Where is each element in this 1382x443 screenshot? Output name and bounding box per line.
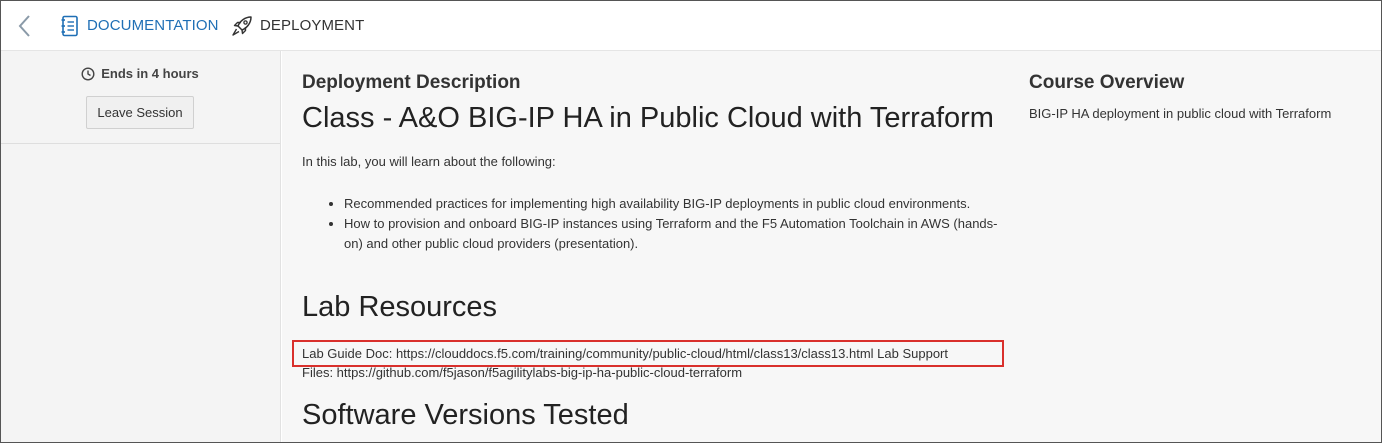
lab-files-link-line[interactable]: Files: https://github.com/f5jason/f5agil… [302, 363, 1002, 382]
course-overview: Course Overview BIG-IP HA deployment in … [1029, 72, 1369, 121]
leave-session-button[interactable]: Leave Session [86, 96, 194, 129]
sidebar: Ends in 4 hours Leave Session [0, 51, 281, 443]
list-item: How to provision and onboard BIG-IP inst… [344, 214, 1002, 254]
back-button[interactable] [14, 13, 36, 39]
tab-documentation[interactable]: DOCUMENTATION [61, 0, 219, 51]
clock-icon [81, 66, 95, 81]
software-versions-heading: Software Versions Tested [302, 399, 629, 431]
lab-resources-heading: Lab Resources [302, 291, 498, 323]
class-title: Class - A&O BIG-IP HA in Public Cloud wi… [302, 102, 994, 134]
session-timer: Ends in 4 hours [0, 66, 280, 81]
chevron-left-icon [18, 15, 30, 37]
lab-resources-text: Lab Guide Doc: https://clouddocs.f5.com/… [302, 344, 1002, 382]
top-nav: DOCUMENTATION DEPLOYMENT [0, 0, 1382, 51]
lab-guide-link-line[interactable]: Lab Guide Doc: https://clouddocs.f5.com/… [302, 344, 1002, 363]
main-content: Deployment Description Class - A&O BIG-I… [282, 51, 1382, 443]
course-overview-heading: Course Overview [1029, 72, 1185, 93]
course-overview-text: BIG-IP HA deployment in public cloud wit… [1029, 106, 1332, 121]
tab-documentation-label: DOCUMENTATION [87, 17, 219, 34]
rocket-icon [231, 15, 253, 37]
deployment-description-heading: Deployment Description [302, 72, 521, 93]
objectives-list: Recommended practices for implementing h… [302, 194, 1002, 254]
list-item: Recommended practices for implementing h… [344, 194, 1002, 214]
document-icon [61, 15, 80, 37]
session-timer-text: Ends in 4 hours [101, 66, 199, 81]
tab-deployment-label: DEPLOYMENT [260, 17, 365, 34]
tab-deployment[interactable]: DEPLOYMENT [231, 0, 364, 51]
intro-text: In this lab, you will learn about the fo… [302, 154, 556, 169]
session-panel: Ends in 4 hours Leave Session [0, 51, 280, 144]
